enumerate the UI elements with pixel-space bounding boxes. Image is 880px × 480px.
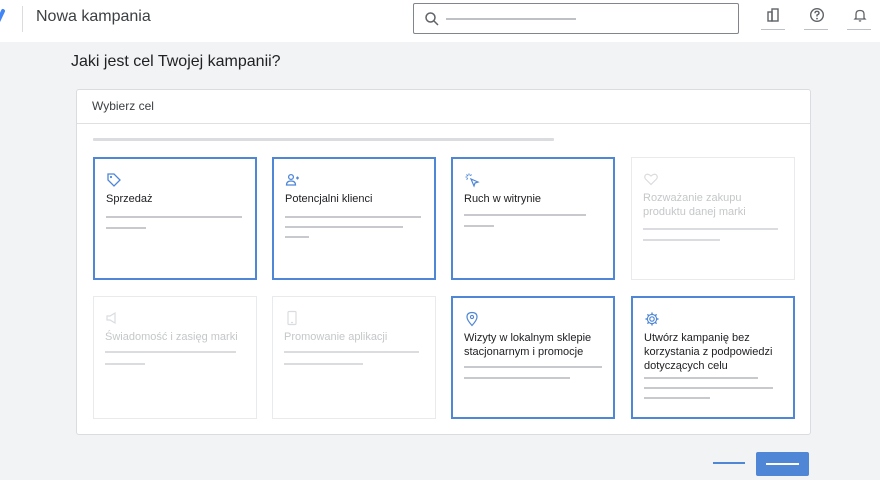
- search-placeholder: [446, 18, 576, 20]
- search-icon: [425, 12, 439, 26]
- gear-icon: [645, 312, 659, 326]
- location-pin-icon: [466, 311, 478, 327]
- cursor-click-icon: [465, 173, 480, 188]
- goal-card-label: Świadomość i zasięg marki: [105, 331, 238, 343]
- megaphone-icon: [106, 311, 116, 325]
- goal-card-no-goal-guidance[interactable]: Utwórz kampanię bez korzystania z podpow…: [631, 296, 795, 419]
- header-divider: [22, 6, 23, 32]
- goal-card-label: Rozważanie zakupu produktu danej marki: [643, 192, 746, 218]
- notifications-underline: [847, 29, 871, 30]
- search-input[interactable]: [413, 3, 739, 34]
- tools-button[interactable]: [762, 4, 786, 26]
- goal-panel: Wybierz cel Sprzedaż Potencjalni klienci…: [76, 89, 811, 435]
- continue-button[interactable]: [756, 452, 809, 476]
- help-button[interactable]: [805, 4, 829, 26]
- goal-card-consideration: Rozważanie zakupu produktu danej marki: [631, 157, 795, 280]
- goal-card-local-store-visits[interactable]: Wizyty w lokalnym sklepie stacjonarnym i…: [451, 296, 615, 419]
- goal-card-sales[interactable]: Sprzedaż: [93, 157, 257, 280]
- top-bar: Nowa kampania: [0, 0, 880, 42]
- goal-card-label: Potencjalni klienci: [285, 193, 373, 205]
- goal-panel-description: [93, 138, 554, 141]
- campaign-goal-question: Jaki jest cel Twojej kampanii?: [71, 53, 281, 70]
- goal-card-label: Ruch w witrynie: [464, 193, 542, 205]
- google-ads-logo: [0, 9, 5, 23]
- goal-card-website-traffic[interactable]: Ruch w witrynie: [451, 157, 615, 280]
- notifications-button[interactable]: [848, 4, 872, 26]
- goal-card-label: Utwórz kampanię bez korzystania z podpow…: [644, 332, 773, 372]
- help-underline: [804, 29, 828, 30]
- phone-icon: [287, 310, 297, 326]
- goal-panel-title: Wybierz cel: [92, 99, 154, 113]
- goal-card-label: Sprzedaż: [106, 193, 153, 205]
- tools-underline: [761, 29, 785, 30]
- people-icon: [285, 173, 299, 186]
- help-icon: [809, 7, 825, 23]
- goal-card-leads[interactable]: Potencjalni klienci: [272, 157, 436, 280]
- goal-panel-header: Wybierz cel: [77, 90, 810, 124]
- cancel-button[interactable]: [713, 462, 745, 464]
- goal-card-app-promotion: Promowanie aplikacji: [272, 296, 436, 419]
- page-title: Nowa kampania: [36, 8, 151, 25]
- tools-icon: [767, 8, 779, 22]
- notifications-icon: [853, 9, 867, 22]
- tag-icon: [107, 173, 121, 187]
- goal-card-brand-awareness: Świadomość i zasięg marki: [93, 296, 257, 419]
- heart-icon: [644, 173, 658, 186]
- goal-card-label: Promowanie aplikacji: [284, 331, 388, 343]
- goal-card-label: Wizyty w lokalnym sklepie stacjonarnym i…: [464, 332, 592, 358]
- continue-button-label: [766, 463, 799, 465]
